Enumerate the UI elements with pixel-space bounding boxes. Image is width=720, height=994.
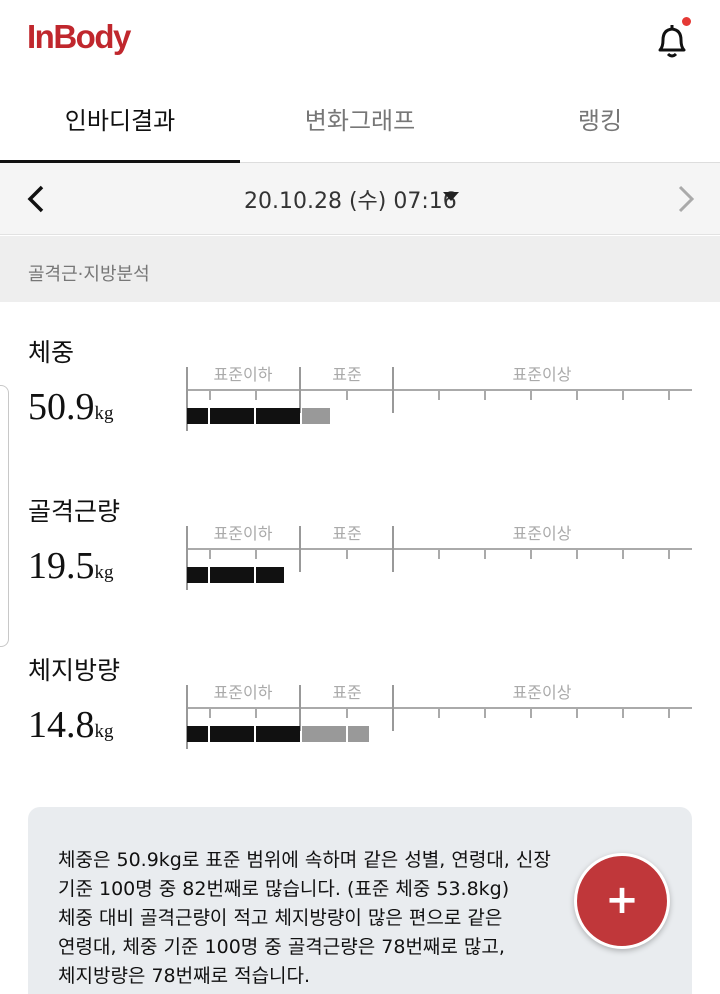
- date-navigator: 20.10.28 (수) 07:16: [0, 163, 720, 235]
- gauge-bar-segment: [187, 567, 208, 583]
- gauge-bar-segment: [187, 408, 208, 424]
- gauge-bar-segment: [210, 726, 254, 742]
- gauge-bar-segment: [302, 408, 330, 424]
- metric-skeletal-muscle: 골격근량 19.5kg 표준이하 표준 표준이상: [0, 492, 720, 642]
- gauge-bar-segment: [210, 567, 254, 583]
- zone-above-label: 표준이상: [513, 365, 572, 384]
- gauge-chart: 표준이하 표준 표준이상: [186, 365, 692, 431]
- summary-line: 체중 대비 골격근량이 적고 체지방량이 많은 편으로 같은: [58, 907, 503, 929]
- top-bar: InBody: [0, 0, 720, 82]
- zone-above-label: 표준이상: [513, 683, 572, 702]
- add-button[interactable]: +: [574, 853, 670, 949]
- tab-change-graph[interactable]: 변화그래프: [240, 82, 480, 163]
- zone-below-label: 표준이하: [214, 524, 273, 543]
- section-title: 골격근·지방분석: [28, 264, 150, 285]
- gauge-chart: 표준이하 표준 표준이상: [186, 524, 692, 590]
- zone-standard-label: 표준: [332, 683, 361, 702]
- section-header: 골격근·지방분석: [0, 236, 720, 302]
- gauge-bar-segment: [256, 408, 300, 424]
- chevron-left-icon[interactable]: [18, 181, 54, 217]
- zone-below-label: 표준이하: [214, 365, 273, 384]
- date-label[interactable]: 20.10.28 (수) 07:16: [244, 183, 457, 215]
- notification-dot: [682, 17, 691, 26]
- metric-body-fat: 체지방량 14.8kg 표준이하 표준 표준이상: [0, 651, 720, 801]
- caret-down-icon[interactable]: [443, 192, 459, 201]
- zone-standard-label: 표준: [332, 524, 361, 543]
- zone-below-label: 표준이하: [214, 683, 273, 702]
- gauge-bar-segment: [348, 726, 369, 742]
- summary-line: 체중은 50.9kg로 표준 범위에 속하며 같은 성별, 연령대, 신장: [58, 849, 551, 871]
- metric-weight: 체중 50.9kg 표준이하 표준 표준이상: [0, 333, 720, 483]
- gauge-chart: 표준이하 표준 표준이상: [186, 683, 692, 749]
- inbody-logo: InBody: [27, 18, 131, 55]
- tab-bar: 인바디결과 변화그래프 랭킹: [0, 82, 720, 164]
- tab-ranking[interactable]: 랭킹: [480, 82, 720, 163]
- summary-line: 연령대, 체중 기준 100명 중 골격근량은 78번째로 많고,: [58, 936, 505, 958]
- summary-line: 기준 100명 중 82번째로 많습니다. (표준 체중 53.8kg): [58, 878, 510, 900]
- summary-line: 체지방량은 78번째로 적습니다.: [58, 965, 311, 987]
- zone-above-label: 표준이상: [513, 524, 572, 543]
- zone-standard-label: 표준: [332, 365, 361, 384]
- gauge-bar-segment: [302, 726, 346, 742]
- tab-inbody-result[interactable]: 인바디결과: [0, 82, 240, 163]
- gauge-bar-segment: [187, 726, 208, 742]
- gauge-bar-segment: [256, 567, 284, 583]
- gauge-bar-segment: [210, 408, 254, 424]
- chevron-right-icon[interactable]: [668, 181, 704, 217]
- gauge-bar-segment: [256, 726, 300, 742]
- plus-icon: +: [605, 877, 639, 923]
